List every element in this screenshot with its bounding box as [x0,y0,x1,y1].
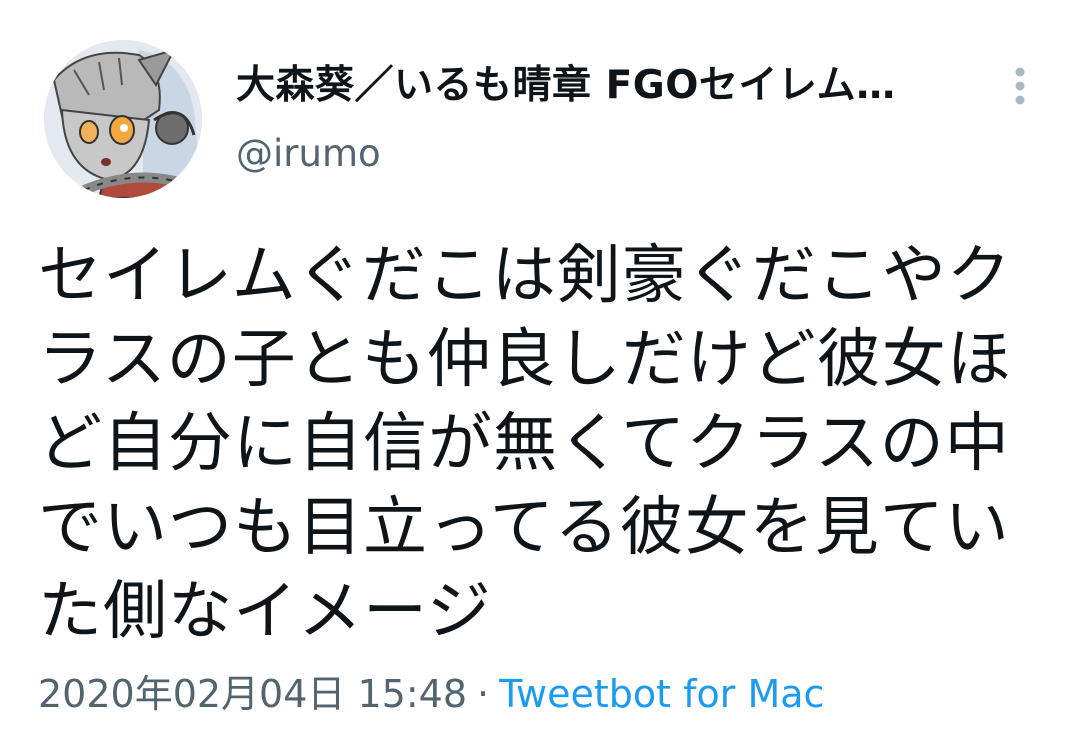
tweet-timestamp[interactable]: 2020年02月04日 15:48 [38,672,467,716]
character-avatar-image [44,40,202,198]
author-display-name[interactable]: 大森葵／いるも晴章 FGOセイレム… [236,62,976,110]
tweet-card: 大森葵／いるも晴章 FGOセイレム… @irumo セイレムぐだこは剣豪ぐだこや… [0,0,1080,753]
avatar[interactable] [44,40,202,198]
meta-separator: · [477,672,490,716]
tweet-meta: 2020年02月04日 15:48 · Tweetbot for Mac [38,666,824,722]
tweet-text: セイレムぐだこは剣豪ぐだこやクラスの子とも仲良しだけど彼女ほど自分に自信が無くて… [38,239,1012,649]
author-handle[interactable]: @irumo [236,131,381,177]
more-vertical-icon [1015,67,1025,105]
more-options-button[interactable] [1000,62,1040,110]
tweet-source-link[interactable]: Tweetbot for Mac [499,672,824,716]
